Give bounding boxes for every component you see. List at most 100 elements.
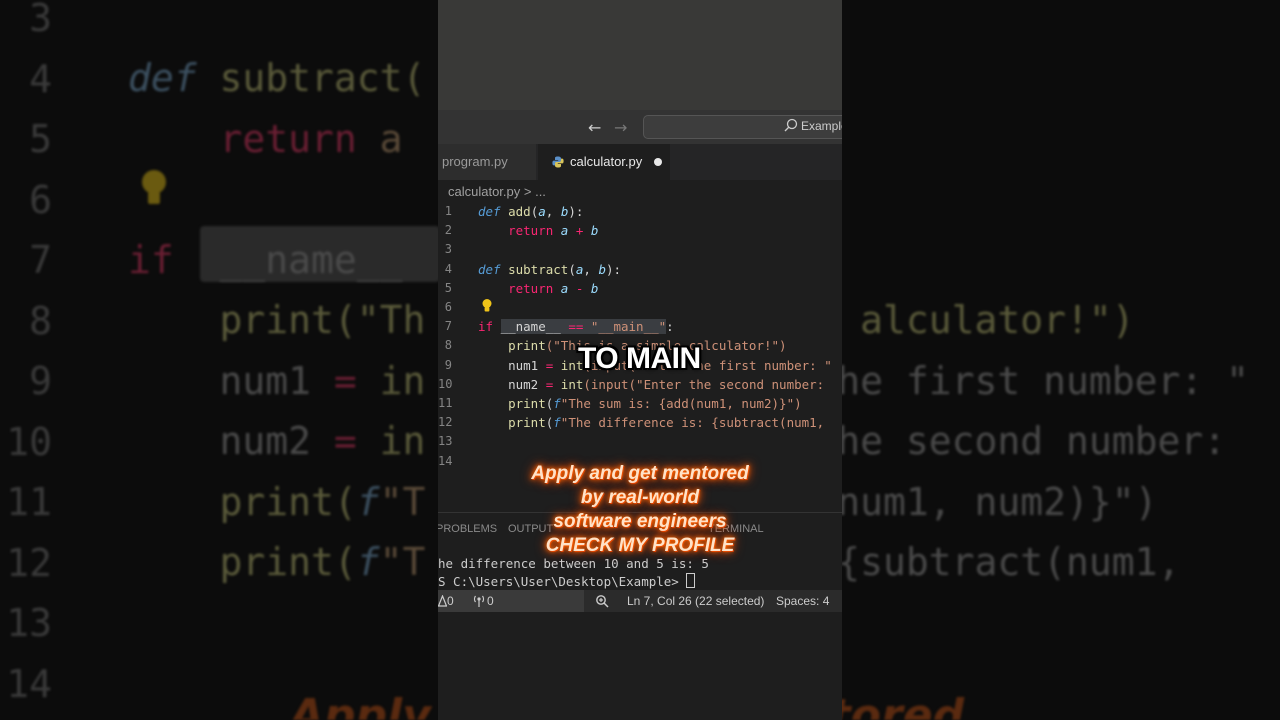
terminal-output-line: he difference between 10 and 5 is: 5 (438, 556, 709, 571)
code-token: "__main__" (590, 319, 667, 335)
python-file-icon (552, 156, 564, 168)
code-token: ): (568, 204, 584, 219)
editor-window: ← → Example program.py calculator.py cal… (438, 0, 842, 720)
line-number: 7 (444, 319, 452, 334)
line-code: print(f"The sum is: {add(num1, num2)}") (478, 394, 802, 413)
code-token: print("Th (128, 298, 426, 342)
code-token: num1 (128, 358, 334, 403)
code-token: a (538, 204, 546, 219)
code-token: return (478, 223, 561, 239)
status-problems-area[interactable]: 0 0 (438, 590, 584, 612)
zoom-icon[interactable] (595, 594, 609, 608)
status-ports: 0 (487, 594, 494, 608)
lightbulb-icon (142, 170, 166, 204)
code-token: print( (128, 479, 357, 524)
line-number: 10 (438, 376, 453, 391)
code-token: __name__ (196, 237, 426, 282)
line-number: 11 (438, 396, 453, 410)
code-token: num2 (478, 376, 546, 392)
background-line-number: 13 (6, 601, 52, 645)
search-label: Example (801, 119, 842, 133)
code-token: , (583, 261, 599, 277)
code-token: f (553, 396, 561, 411)
status-cursor-position[interactable]: Ln 7, Col 26 (22 selected) (627, 590, 764, 612)
code-token: , (545, 204, 561, 219)
code-token: def (478, 204, 509, 219)
code-token: f (356, 479, 380, 524)
background-line-number: 10 (6, 419, 52, 464)
code-token: __name__ (500, 319, 569, 335)
background-line-number: 6 (29, 177, 52, 222)
background-line-number: 14 (6, 661, 52, 706)
code-token: add (508, 204, 531, 219)
line-code: num2 = int(input("Enter the second numbe… (478, 375, 832, 394)
promo-line: software engineers (553, 511, 727, 532)
breadcrumb[interactable]: calculator.py > ... (438, 182, 546, 202)
background-code-line: def subtract( (128, 48, 425, 108)
code-token: if (478, 319, 501, 335)
code-token: = (545, 357, 561, 373)
line-number: 3 (444, 242, 452, 257)
code-token: = (333, 358, 380, 403)
code-token: "T (379, 540, 426, 584)
line-code: return a + b (478, 221, 598, 240)
back-arrow-icon[interactable]: ← (588, 118, 601, 137)
line-number: 2 (444, 223, 452, 238)
background-line-number: 12 (6, 540, 52, 585)
code-token: return (478, 280, 561, 296)
code-token: b (590, 280, 599, 296)
code-token: - (568, 280, 591, 296)
warning-icon (438, 595, 447, 607)
video-caption: TO MAIN (578, 342, 701, 375)
code-token: == (568, 319, 591, 335)
tab-calculator-py[interactable]: calculator.py (538, 144, 670, 180)
code-token: "The difference is: {subtract(num1, (560, 415, 832, 431)
background-code-line: if __name__ (128, 230, 425, 290)
line-number: 8 (444, 338, 452, 353)
tab-bar: program.py calculator.py (438, 144, 842, 180)
top-blank-area (438, 0, 842, 110)
code-token: "T (379, 479, 426, 524)
line-number: 13 (438, 434, 453, 449)
status-errors: 0 (447, 594, 454, 608)
code-token: num1 (478, 357, 546, 373)
code-token: in (379, 358, 426, 403)
line-number: 5 (444, 280, 452, 295)
code-token: = (333, 419, 380, 463)
code-token: return (128, 116, 380, 161)
code-token: b (590, 223, 599, 239)
status-indentation[interactable]: Spaces: 4 (776, 590, 829, 612)
forward-arrow-icon[interactable]: → (614, 118, 627, 137)
background-line-number: 11 (6, 480, 52, 524)
tab-program-py[interactable]: program.py (438, 144, 536, 180)
lightbulb-icon[interactable] (481, 298, 493, 314)
code-token: print( (128, 540, 357, 584)
code-token: : (666, 319, 674, 335)
promo-line: Apply and get mentored (531, 463, 749, 484)
tab-label: calculator.py (570, 154, 643, 169)
code-token: "The sum is: {add(num1, num2)}") (560, 396, 802, 411)
background-code-line: return a (128, 109, 403, 169)
code-token: num2 (128, 419, 334, 463)
background-line-number: 5 (29, 117, 52, 161)
line-number: 6 (444, 300, 452, 314)
line-code: if __name__ == "__main__": (478, 317, 674, 336)
code-token: = (545, 376, 561, 392)
code-token: in (379, 419, 426, 463)
broadcast-icon (473, 595, 485, 607)
background-line-number: 8 (29, 298, 52, 343)
search-icon (784, 118, 798, 132)
code-token: if (128, 237, 197, 282)
background-line-number: 7 (29, 238, 52, 282)
code-token: print (478, 396, 546, 411)
terminal-prompt[interactable]: S C:\Users\User\Desktop\Example> (438, 573, 696, 589)
code-token: print (478, 415, 546, 431)
promo-overlay: Apply and get mentored by real-world sof… (440, 462, 840, 558)
code-token: a (379, 116, 403, 161)
code-token: subtract (508, 261, 569, 277)
line-code: return a - b (478, 279, 598, 298)
tab-label: program.py (442, 154, 508, 169)
line-code: def subtract(a, b): (478, 260, 621, 279)
line-number: 4 (444, 261, 452, 276)
unsaved-indicator-icon[interactable] (654, 158, 662, 166)
